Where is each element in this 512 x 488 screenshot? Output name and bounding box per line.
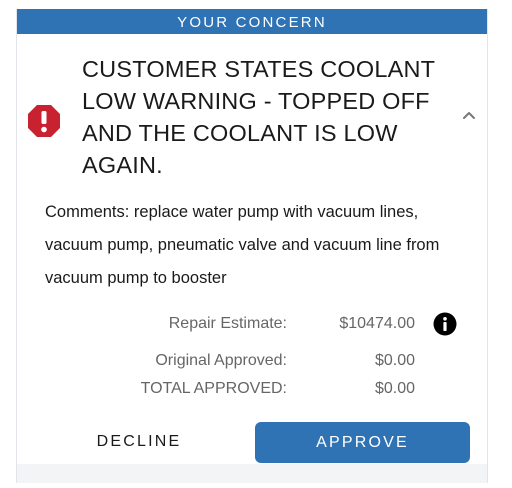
total-approved-value: $0.00 [374, 380, 415, 397]
total-approved-label: TOTAL APPROVED: [140, 380, 287, 397]
alert-octagon-icon [28, 105, 60, 137]
repair-estimate-value: $10474.00 [339, 315, 415, 332]
total-approved-row: TOTAL APPROVED: $0.00 [17, 380, 487, 404]
decline-button[interactable]: DECLINE [79, 421, 199, 463]
repair-estimate-row: Repair Estimate: $10474.00 [17, 312, 487, 339]
approve-button[interactable]: APPROVE [255, 422, 470, 463]
repair-estimate-label: Repair Estimate: [168, 315, 287, 332]
concern-comments: Comments: replace water pump with vacuum… [45, 203, 440, 287]
chevron-up-icon[interactable] [455, 104, 483, 126]
card-footer-divider [17, 464, 487, 483]
concern-description: CUSTOMER STATES COOLANT LOW WARNING - TO… [82, 56, 435, 178]
original-approved-value: $0.00 [374, 352, 415, 369]
card-header-title: YOUR CONCERN [177, 14, 327, 31]
info-icon[interactable] [433, 312, 457, 336]
card-header: YOUR CONCERN [17, 9, 487, 34]
original-approved-row: Original Approved: $0.00 [17, 352, 487, 376]
concern-section: CUSTOMER STATES COOLANT LOW WARNING - TO… [17, 34, 487, 192]
concern-card: YOUR CONCERN CUSTOMER STATES COOLANT LOW… [16, 9, 488, 483]
original-approved-label: Original Approved: [155, 352, 287, 369]
